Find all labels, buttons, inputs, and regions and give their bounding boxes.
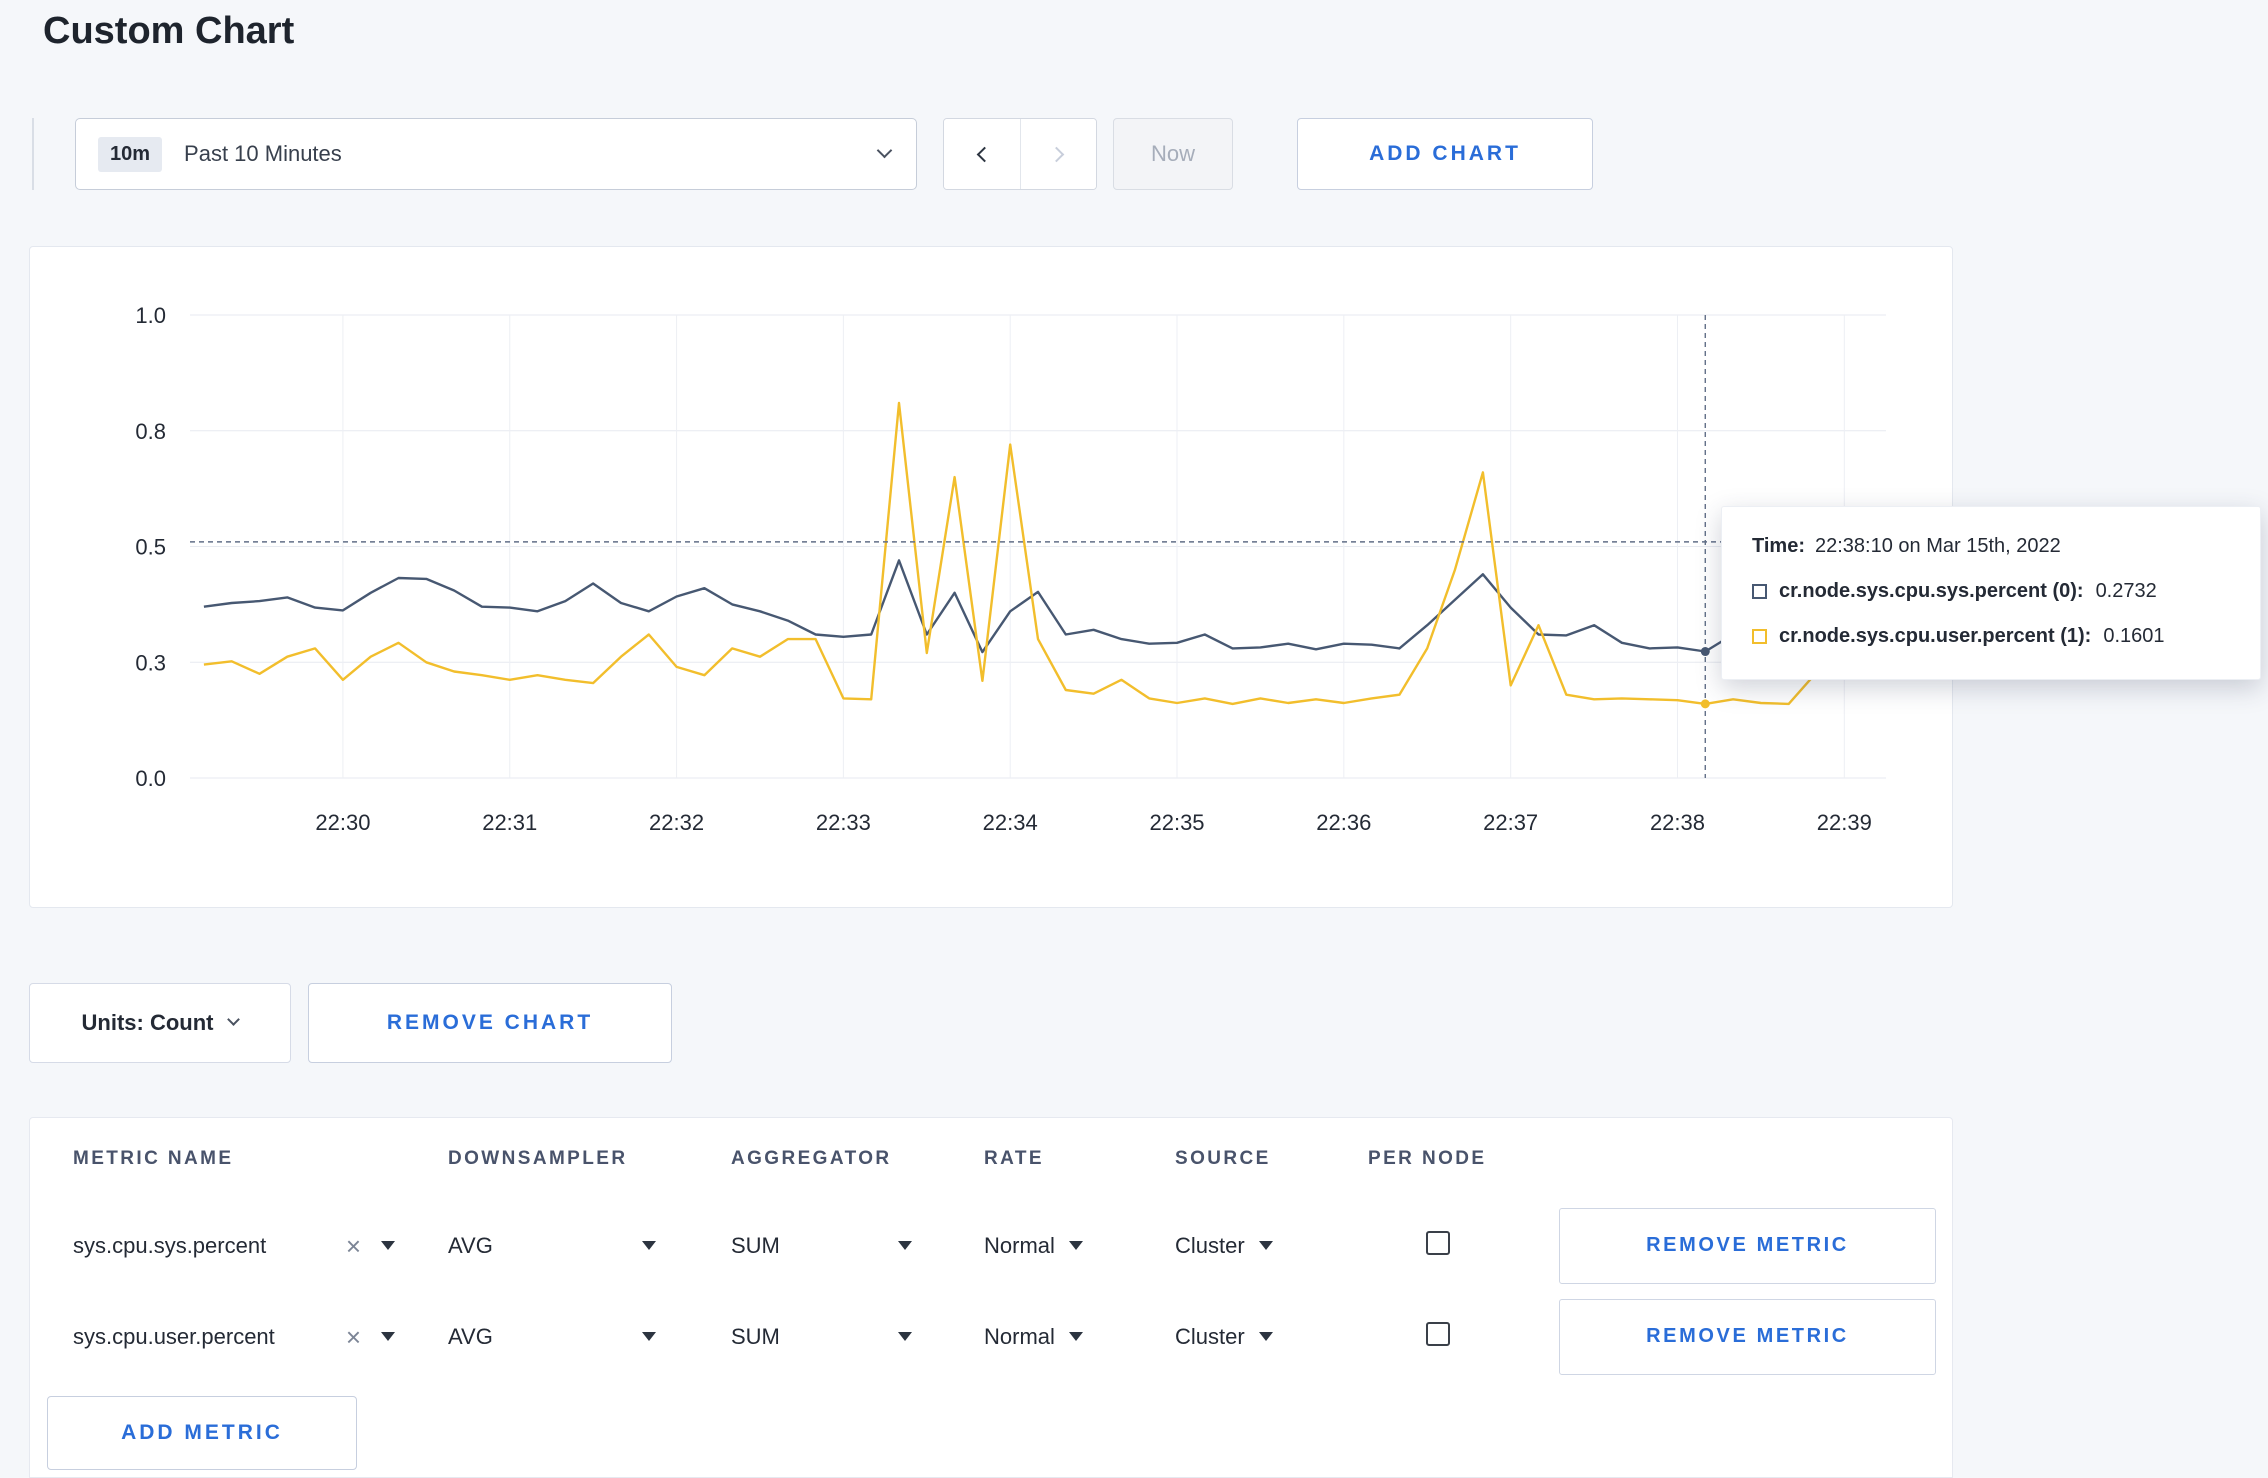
- tooltip-series-value: 0.2732: [2095, 580, 2157, 602]
- svg-text:22:37: 22:37: [1483, 810, 1538, 835]
- source-value: Cluster: [1175, 1323, 1245, 1349]
- svg-text:22:35: 22:35: [1149, 810, 1204, 835]
- svg-text:22:31: 22:31: [482, 810, 537, 835]
- page: { "page": { "title": "Custom Chart" }, "…: [0, 0, 2268, 1478]
- tooltip-series-label: cr.node.sys.cpu.user.percent (1):: [1779, 625, 2092, 647]
- time-range-badge: 10m: [98, 136, 163, 172]
- svg-text:22:34: 22:34: [983, 810, 1038, 835]
- metrics-table-header: METRIC NAME DOWNSAMPLER AGGREGATOR RATE …: [30, 1118, 1952, 1200]
- downsampler-select[interactable]: AVG: [448, 1324, 656, 1350]
- metrics-table: METRIC NAME DOWNSAMPLER AGGREGATOR RATE …: [29, 1117, 1953, 1478]
- svg-text:22:33: 22:33: [816, 810, 871, 835]
- caret-down-icon[interactable]: [381, 1241, 395, 1250]
- table-row: sys.cpu.sys.percent × AVG SUM Normal Clu…: [30, 1200, 1952, 1291]
- tooltip-time-value: 22:38:10 on Mar 15th, 2022: [1814, 535, 2061, 557]
- per-node-checkbox[interactable]: [1426, 1231, 1450, 1255]
- source-value: Cluster: [1175, 1232, 1245, 1258]
- caret-down-icon: [1258, 1332, 1273, 1341]
- aggregator-select[interactable]: SUM: [731, 1233, 912, 1259]
- svg-text:0.8: 0.8: [135, 419, 166, 444]
- remove-chart-button[interactable]: REMOVE CHART: [308, 983, 672, 1063]
- svg-text:1.0: 1.0: [135, 303, 166, 328]
- remove-metric-button[interactable]: REMOVE METRIC: [1559, 1207, 1936, 1284]
- next-time-button[interactable]: [1020, 119, 1096, 189]
- downsampler-value: AVG: [448, 1232, 493, 1258]
- rate-select[interactable]: Normal: [984, 1324, 1175, 1350]
- header-metric-name: METRIC NAME: [73, 1148, 234, 1169]
- page-title: Custom Chart: [43, 10, 295, 52]
- chart-panel: 1.0 0.8 0.5 0.3 0.0 22:30 22:31 22:32 22:33 22:34…: [29, 246, 1953, 908]
- chart-svg[interactable]: 1.0 0.8 0.5 0.3 0.0 22:30 22:31 22:32 22:33 22:34…: [30, 247, 1954, 909]
- toolbar-divider: [32, 118, 34, 190]
- tooltip-series-row: cr.node.sys.cpu.sys.percent (0): 0.2732: [1752, 580, 2230, 603]
- add-metric-button[interactable]: ADD METRIC: [47, 1396, 357, 1470]
- svg-text:22:36: 22:36: [1316, 810, 1371, 835]
- metric-name-value: sys.cpu.user.percent: [73, 1323, 275, 1349]
- metric-name-select[interactable]: sys.cpu.user.percent ×: [73, 1324, 395, 1350]
- tooltip-series-row: cr.node.sys.cpu.user.percent (1): 0.1601: [1752, 625, 2230, 648]
- per-node-checkbox[interactable]: [1426, 1322, 1450, 1346]
- aggregator-value: SUM: [731, 1232, 780, 1258]
- caret-down-icon: [642, 1241, 656, 1250]
- svg-text:0.5: 0.5: [135, 535, 166, 560]
- series-swatch-user-icon: [1752, 629, 1767, 644]
- source-select[interactable]: Cluster: [1175, 1233, 1368, 1259]
- header-per-node: PER NODE: [1368, 1148, 1487, 1169]
- units-label: Units: Count: [81, 1010, 214, 1035]
- table-row: sys.cpu.user.percent × AVG SUM Normal Cl…: [30, 1291, 1952, 1382]
- aggregator-select[interactable]: SUM: [731, 1324, 912, 1350]
- tooltip-time: Time: 22:38:10 on Mar 15th, 2022: [1752, 535, 2230, 558]
- downsampler-select[interactable]: AVG: [448, 1233, 656, 1259]
- source-select[interactable]: Cluster: [1175, 1324, 1368, 1350]
- header-aggregator: AGGREGATOR: [731, 1148, 892, 1169]
- rate-value: Normal: [984, 1232, 1055, 1258]
- tooltip-series-label: cr.node.sys.cpu.sys.percent (0):: [1779, 580, 2084, 602]
- add-chart-button[interactable]: ADD CHART: [1297, 118, 1593, 190]
- caret-down-icon: [1068, 1332, 1083, 1341]
- metric-name-select[interactable]: sys.cpu.sys.percent ×: [73, 1233, 395, 1259]
- tooltip-time-label: Time:: [1752, 535, 1805, 557]
- caret-down-icon: [1258, 1241, 1273, 1250]
- chevron-down-icon: [227, 1012, 241, 1026]
- downsampler-value: AVG: [448, 1323, 493, 1349]
- metric-name-value: sys.cpu.sys.percent: [73, 1232, 267, 1258]
- series-swatch-sys-icon: [1752, 584, 1767, 599]
- chevron-right-icon: [1048, 146, 1065, 162]
- caret-down-icon[interactable]: [381, 1332, 395, 1341]
- units-select[interactable]: Units: Count: [29, 983, 291, 1063]
- now-button[interactable]: Now: [1113, 118, 1233, 190]
- header-downsampler: DOWNSAMPLER: [448, 1148, 628, 1169]
- svg-text:0.3: 0.3: [135, 650, 166, 675]
- time-pager: [943, 118, 1097, 190]
- header-rate: RATE: [984, 1148, 1044, 1169]
- remove-metric-button[interactable]: REMOVE METRIC: [1559, 1298, 1936, 1375]
- svg-text:0.0: 0.0: [135, 766, 166, 791]
- caret-down-icon: [1068, 1241, 1083, 1250]
- caret-down-icon: [898, 1332, 912, 1341]
- prev-time-button[interactable]: [944, 119, 1020, 189]
- chevron-left-icon: [976, 146, 992, 162]
- time-range-label: Past 10 Minutes: [184, 141, 342, 166]
- rate-select[interactable]: Normal: [984, 1233, 1175, 1259]
- chart-tooltip: Time: 22:38:10 on Mar 15th, 2022 cr.node.…: [1721, 506, 2261, 680]
- aggregator-value: SUM: [731, 1323, 780, 1349]
- svg-text:22:32: 22:32: [649, 810, 704, 835]
- svg-text:22:39: 22:39: [1817, 810, 1872, 835]
- clear-icon[interactable]: ×: [346, 1324, 361, 1350]
- caret-down-icon: [642, 1332, 656, 1341]
- time-range-select[interactable]: 10m Past 10 Minutes: [75, 118, 917, 190]
- svg-text:22:38: 22:38: [1650, 810, 1705, 835]
- header-source: SOURCE: [1175, 1148, 1271, 1169]
- rate-value: Normal: [984, 1323, 1055, 1349]
- caret-down-icon: [898, 1241, 912, 1250]
- chevron-down-icon: [876, 142, 893, 158]
- clear-icon[interactable]: ×: [346, 1233, 361, 1259]
- svg-text:22:30: 22:30: [315, 810, 370, 835]
- tooltip-series-value: 0.1601: [2103, 625, 2165, 647]
